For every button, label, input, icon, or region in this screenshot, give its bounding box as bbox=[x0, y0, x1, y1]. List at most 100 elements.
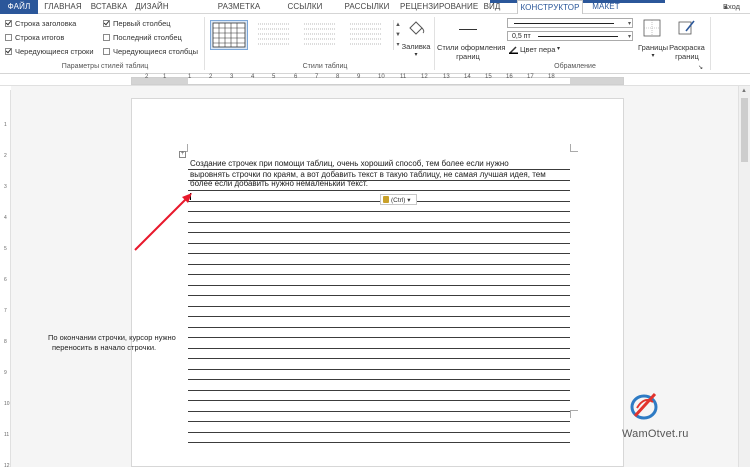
tab-mailings[interactable]: РАССЫЛКИ bbox=[342, 0, 392, 14]
group-label-table-styles: Стили таблиц bbox=[302, 63, 348, 70]
ruler-number: 11 bbox=[400, 74, 407, 80]
checkbox-icon[interactable] bbox=[103, 34, 110, 41]
borders-button[interactable]: Границы ▾ bbox=[637, 17, 668, 61]
table-row-border bbox=[188, 284, 570, 286]
grid-table-icon bbox=[304, 23, 336, 45]
vertical-ruler[interactable]: 1 2 3 4 5 6 7 8 9 10 11 12 bbox=[3, 90, 11, 467]
vruler-number: 10 bbox=[4, 401, 10, 407]
vruler-number: 9 bbox=[4, 370, 7, 376]
tab-file[interactable]: ФАЙЛ bbox=[0, 0, 38, 14]
group-label-style-options: Параметры стилей таблиц bbox=[61, 63, 149, 70]
vruler-number: 1 bbox=[4, 122, 7, 128]
tab-references[interactable]: ССЫЛКИ bbox=[285, 0, 325, 14]
table-row-border bbox=[188, 221, 570, 223]
line-style-preview bbox=[514, 23, 614, 24]
first-column-option[interactable]: Первый столбец bbox=[103, 18, 171, 29]
ribbon-tab-bar: ФАЙЛ ГЛАВНАЯ ВСТАВКА ДИЗАЙН РАЗМЕТКА СТР… bbox=[0, 0, 750, 25]
banded-rows-option[interactable]: Чередующиеся строки bbox=[5, 46, 94, 57]
paste-options-button[interactable]: (Ctrl) ▾ bbox=[380, 194, 417, 205]
pen-color-label: Цвет пера bbox=[520, 45, 556, 54]
table-row-border bbox=[188, 211, 570, 212]
watermark-text: WamOtvet.ru bbox=[622, 428, 689, 440]
vruler-number: 12 bbox=[4, 463, 10, 467]
banded-columns-option[interactable]: Чередующиеся столбцы bbox=[103, 46, 198, 57]
scrollbar-thumb[interactable] bbox=[741, 98, 748, 162]
table-style-thumb[interactable] bbox=[210, 20, 248, 50]
ruler-margin-right bbox=[570, 78, 623, 84]
option-label: Последний столбец bbox=[113, 33, 182, 42]
table-row-border bbox=[188, 253, 570, 254]
text-cursor bbox=[190, 193, 191, 200]
shading-button[interactable]: Заливка ▾ bbox=[400, 17, 432, 61]
ruler-number: 16 bbox=[506, 74, 513, 80]
ribbon-collapse-icon[interactable]: ▴ bbox=[724, 2, 728, 11]
tab-design[interactable]: ДИЗАЙН bbox=[133, 0, 171, 14]
table-style-thumb[interactable] bbox=[348, 20, 386, 50]
table-row-border bbox=[188, 389, 570, 391]
table-row-border bbox=[188, 337, 570, 338]
last-column-option[interactable]: Последний столбец bbox=[103, 32, 182, 43]
document-text-line[interactable]: Создание строчек при помощи таблиц, очен… bbox=[190, 160, 509, 168]
line-weight-value: 0,5 пт bbox=[512, 33, 531, 40]
border-styles-button[interactable]: Стили оформления границ bbox=[437, 17, 506, 61]
table-style-thumb[interactable] bbox=[256, 20, 294, 50]
border-painter-button[interactable]: Раскраска границ bbox=[668, 17, 706, 61]
table-row-border bbox=[188, 410, 570, 412]
ruler-number: 15 bbox=[485, 74, 492, 80]
dialog-launcher-icon[interactable]: ↘ bbox=[698, 64, 703, 71]
document-text-line[interactable]: более если добавить нужно немаленький те… bbox=[190, 180, 368, 188]
ruler-number: 9 bbox=[357, 74, 361, 80]
tab-table-layout[interactable]: МАКЕТ bbox=[590, 0, 622, 14]
checkbox-icon[interactable] bbox=[5, 20, 12, 27]
table-row-border bbox=[188, 305, 570, 307]
document-page[interactable]: + Создание строчек при помощи таблиц, оч… bbox=[131, 98, 624, 467]
ruler-number: 6 bbox=[294, 74, 298, 80]
ruler-number: 5 bbox=[272, 74, 276, 80]
document-text-line[interactable]: выровнять строчки по краям, а вот добави… bbox=[190, 171, 546, 179]
line-weight-dropdown[interactable]: 0,5 пт ▾ bbox=[507, 31, 633, 41]
paint-bucket-icon bbox=[409, 21, 425, 35]
watermark-logo-icon bbox=[630, 392, 658, 420]
group-separator bbox=[434, 17, 435, 70]
table-row-border bbox=[188, 368, 570, 370]
line-weight-preview bbox=[538, 36, 618, 37]
ruler-number: 7 bbox=[315, 74, 319, 80]
border-styles-label: границ bbox=[456, 52, 480, 61]
tab-table-design[interactable]: КОНСТРУКТОР bbox=[517, 0, 583, 15]
table-row-border bbox=[188, 169, 570, 170]
vruler-number: 2 bbox=[4, 153, 7, 159]
tab-home[interactable]: ГЛАВНАЯ bbox=[41, 0, 85, 14]
table-row-border bbox=[188, 400, 570, 401]
total-row-option[interactable]: Строка итогов bbox=[5, 32, 64, 43]
table-move-handle-icon[interactable]: + bbox=[179, 151, 186, 158]
margin-corner-mark bbox=[570, 144, 578, 152]
ruler-number: 8 bbox=[336, 74, 340, 80]
grid-table-icon bbox=[350, 23, 382, 45]
checkbox-icon[interactable] bbox=[5, 34, 12, 41]
tab-page-layout[interactable]: РАЗМЕТКА СТРАНИЦЫ bbox=[195, 0, 283, 25]
header-row-option[interactable]: Строка заголовка bbox=[5, 18, 76, 29]
tab-view[interactable]: ВИД bbox=[480, 0, 504, 14]
vruler-number: 6 bbox=[4, 277, 7, 283]
pen-color-button[interactable]: Цвет пера ▾ bbox=[509, 45, 569, 55]
vertical-scrollbar[interactable]: ▲ bbox=[738, 86, 750, 467]
border-styles-label: Стили оформления bbox=[437, 43, 506, 52]
scroll-up-icon[interactable]: ▲ bbox=[741, 88, 747, 94]
vruler-number: 4 bbox=[4, 215, 7, 221]
checkbox-icon[interactable] bbox=[103, 20, 110, 27]
option-label: Первый столбец bbox=[113, 19, 171, 28]
ruler-number: 17 bbox=[527, 74, 534, 80]
tab-insert[interactable]: ВСТАВКА bbox=[87, 0, 131, 14]
table-style-thumb[interactable] bbox=[302, 20, 340, 50]
checkbox-icon[interactable] bbox=[5, 48, 12, 55]
vruler-number: 5 bbox=[4, 246, 7, 252]
horizontal-ruler[interactable]: 2 1 1 2 3 4 5 6 7 8 9 10 11 12 13 14 15 16 17 18 bbox=[0, 74, 750, 86]
checkbox-icon[interactable] bbox=[103, 48, 110, 55]
tab-review[interactable]: РЕЦЕНЗИРОВАНИЕ bbox=[400, 0, 478, 14]
ruler-margin-left bbox=[132, 78, 188, 84]
line-style-dropdown[interactable]: ▾ bbox=[507, 18, 633, 28]
table-row-border bbox=[188, 200, 570, 202]
pen-icon bbox=[509, 46, 518, 54]
chevron-down-icon: ▾ bbox=[414, 52, 418, 58]
grid-table-icon bbox=[258, 23, 290, 45]
